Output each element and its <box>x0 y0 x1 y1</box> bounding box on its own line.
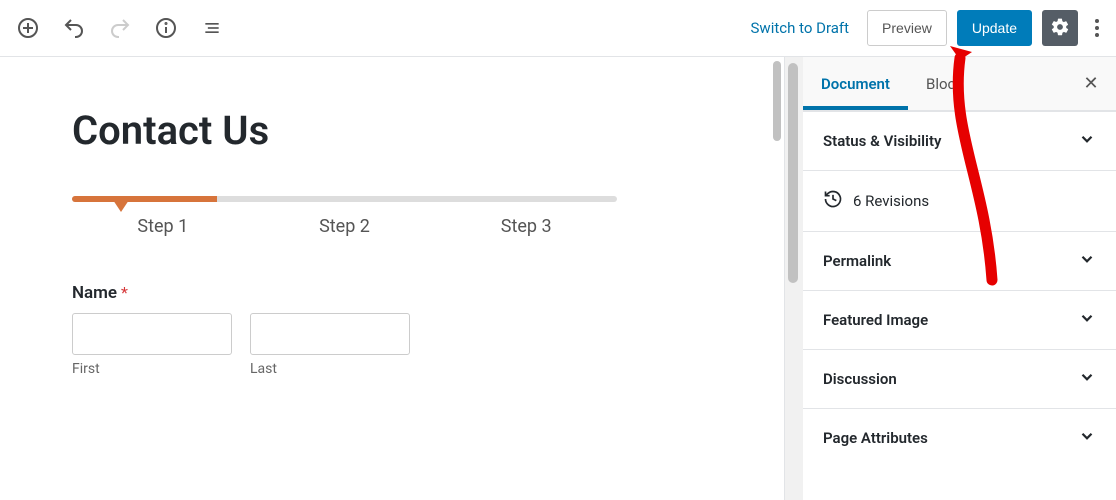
required-indicator: * <box>121 283 128 302</box>
undo-icon[interactable] <box>56 10 92 46</box>
progress-marker-icon <box>113 200 129 212</box>
redo-icon <box>102 10 138 46</box>
toolbar-left <box>10 10 230 46</box>
progress-fill <box>72 196 217 202</box>
panel-page-attributes-label: Page Attributes <box>823 429 928 447</box>
info-icon[interactable] <box>148 10 184 46</box>
editor-toolbar: Switch to Draft Preview Update <box>0 0 1116 57</box>
page-title[interactable]: Contact Us <box>72 107 712 154</box>
more-options-icon[interactable] <box>1088 18 1106 38</box>
panel-featured-image-label: Featured Image <box>823 311 928 329</box>
step-2-label[interactable]: Step 2 <box>254 216 436 237</box>
panel-discussion-label: Discussion <box>823 370 897 388</box>
panel-discussion[interactable]: Discussion <box>803 349 1116 408</box>
close-sidebar-icon[interactable]: ✕ <box>1076 73 1106 94</box>
form-progress <box>72 196 712 202</box>
history-icon <box>823 189 843 213</box>
first-name-input[interactable] <box>72 313 232 355</box>
steps-row: Step 1 Step 2 Step 3 <box>72 216 617 237</box>
panel-status-label: Status & Visibility <box>823 132 941 150</box>
switch-to-draft-link[interactable]: Switch to Draft <box>743 13 858 43</box>
outline-icon[interactable] <box>194 10 230 46</box>
sidebar-scrollbar[interactable] <box>785 57 803 500</box>
settings-button[interactable] <box>1042 10 1078 46</box>
add-block-icon[interactable] <box>10 10 46 46</box>
first-name-sublabel: First <box>72 361 232 377</box>
sidebar-tabs: Document Block ✕ <box>803 57 1116 111</box>
chevron-down-icon <box>1078 309 1096 331</box>
name-field-block: Name * First Last <box>72 283 712 377</box>
panel-page-attributes[interactable]: Page Attributes <box>803 408 1116 467</box>
chevron-down-icon <box>1078 368 1096 390</box>
editor-scrollbar[interactable] <box>766 57 784 500</box>
chevron-down-icon <box>1078 427 1096 449</box>
update-button[interactable]: Update <box>957 10 1032 46</box>
tab-document[interactable]: Document <box>803 57 908 110</box>
step-1-label[interactable]: Step 1 <box>72 216 254 237</box>
preview-button[interactable]: Preview <box>867 10 947 46</box>
panel-revisions[interactable]: 6 Revisions <box>803 170 1116 231</box>
panel-featured-image[interactable]: Featured Image <box>803 290 1116 349</box>
gear-icon <box>1050 17 1070 40</box>
settings-sidebar: Document Block ✕ Status & Visibility 6 R… <box>784 57 1116 500</box>
last-name-sublabel: Last <box>250 361 410 377</box>
tab-block[interactable]: Block <box>908 57 981 110</box>
editor-canvas[interactable]: Contact Us Step 1 Step 2 Step 3 Name * <box>0 57 784 500</box>
toolbar-right: Switch to Draft Preview Update <box>743 10 1106 46</box>
name-field-label: Name <box>72 283 117 303</box>
panel-permalink-label: Permalink <box>823 252 891 270</box>
revisions-count: 6 Revisions <box>853 192 929 210</box>
panel-permalink[interactable]: Permalink <box>803 231 1116 290</box>
panel-status-visibility[interactable]: Status & Visibility <box>803 111 1116 170</box>
step-3-label[interactable]: Step 3 <box>435 216 617 237</box>
chevron-down-icon <box>1078 250 1096 272</box>
chevron-down-icon <box>1078 130 1096 152</box>
last-name-input[interactable] <box>250 313 410 355</box>
